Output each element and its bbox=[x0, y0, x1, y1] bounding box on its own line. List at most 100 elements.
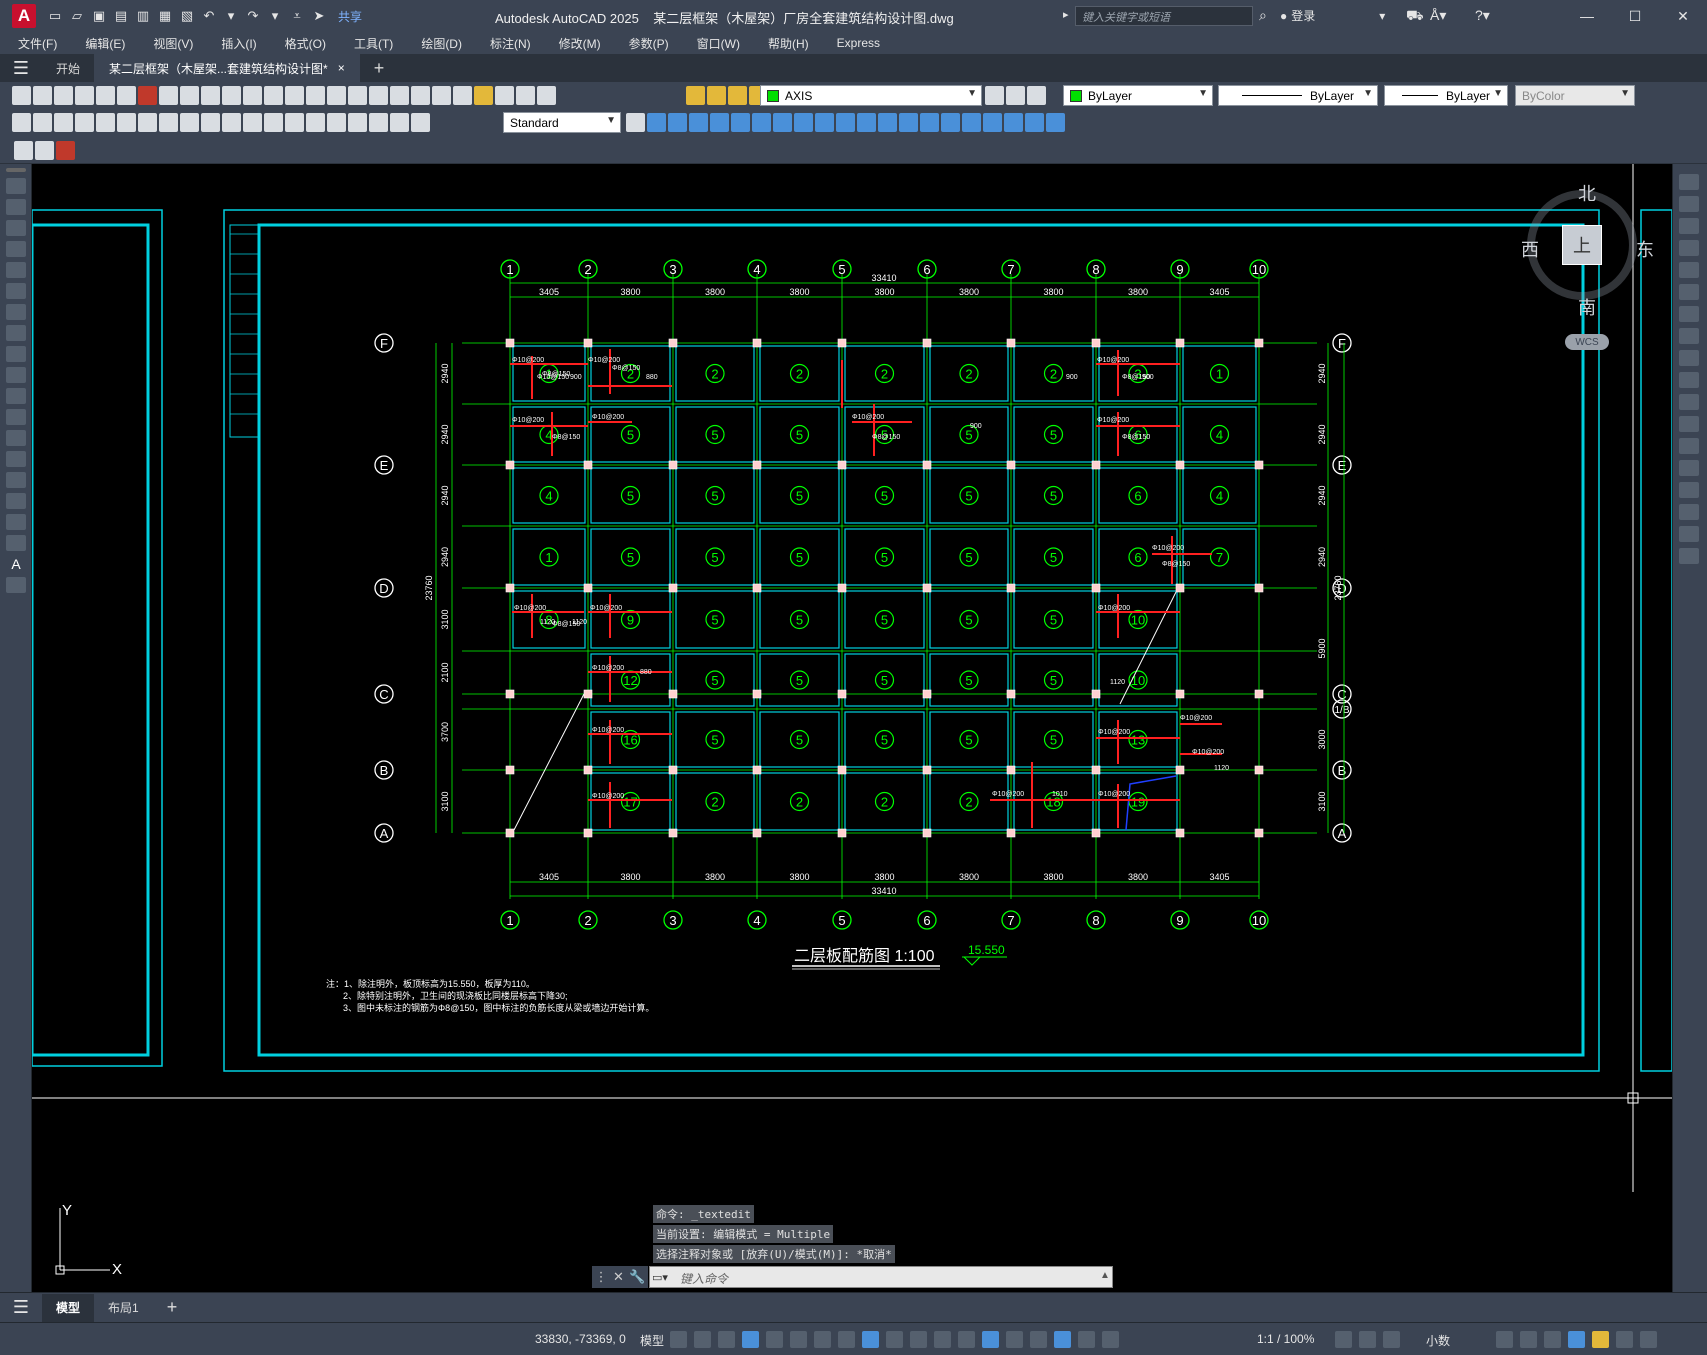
tolerance-icon[interactable] bbox=[285, 113, 304, 132]
move-faces-icon[interactable] bbox=[731, 113, 750, 132]
redo-toolbar-icon[interactable] bbox=[285, 86, 304, 105]
graphics-performance-icon[interactable] bbox=[1592, 1331, 1609, 1348]
coordinate-readout[interactable]: 33830, -73369, 0 bbox=[535, 1332, 626, 1346]
redo-dropdown-icon[interactable]: ▾ bbox=[266, 7, 284, 25]
explode-icon[interactable] bbox=[1679, 548, 1699, 564]
workspace-gear-icon[interactable] bbox=[1335, 1331, 1352, 1348]
inspection-icon[interactable] bbox=[327, 113, 346, 132]
extend-icon[interactable] bbox=[1679, 394, 1699, 410]
menu-parametric[interactable]: 参数(P) bbox=[611, 35, 679, 52]
cart-icon[interactable]: ⛟ bbox=[1406, 7, 1424, 26]
ellipse-arc-icon[interactable] bbox=[6, 388, 26, 404]
qnew-icon[interactable] bbox=[12, 86, 31, 105]
tab-close-icon[interactable]: × bbox=[338, 61, 345, 75]
dynamic-input-icon[interactable] bbox=[742, 1331, 759, 1348]
polyline-icon[interactable] bbox=[6, 220, 26, 236]
add-layout-button[interactable]: + bbox=[153, 1297, 192, 1318]
menu-window[interactable]: 窗口(W) bbox=[679, 35, 750, 52]
viewcube-top-face[interactable]: 上 bbox=[1562, 225, 1602, 265]
dim-break-icon[interactable] bbox=[264, 113, 283, 132]
sheet-set-icon[interactable] bbox=[453, 86, 472, 105]
quick-dim-icon[interactable] bbox=[180, 113, 199, 132]
break-at-point-icon[interactable] bbox=[1679, 416, 1699, 432]
menu-draw[interactable]: 绘图(D) bbox=[403, 35, 472, 52]
rectangle-icon[interactable] bbox=[6, 262, 26, 278]
make-current-icon[interactable] bbox=[985, 86, 1004, 105]
layer-dropdown[interactable]: AXIS ▼ bbox=[760, 85, 982, 106]
autocad-logo-icon[interactable]: A bbox=[12, 4, 36, 28]
color-edges-icon[interactable] bbox=[899, 113, 918, 132]
revision-cloud-icon[interactable] bbox=[6, 325, 26, 341]
share-icon[interactable]: ➤ bbox=[310, 7, 328, 25]
layer-properties-icon[interactable] bbox=[537, 86, 556, 105]
clean-screen-icon[interactable] bbox=[1616, 1331, 1633, 1348]
separate-icon[interactable] bbox=[962, 113, 981, 132]
dim-update-icon[interactable] bbox=[411, 113, 430, 132]
dim-radius-icon[interactable] bbox=[96, 113, 115, 132]
share-button[interactable]: 共享 bbox=[338, 8, 362, 25]
point-icon[interactable] bbox=[6, 451, 26, 467]
menu-help[interactable]: 帮助(H) bbox=[750, 35, 819, 52]
boolean-subtract-icon[interactable] bbox=[668, 113, 687, 132]
copy-object-icon[interactable] bbox=[1679, 196, 1699, 212]
color-dropdown[interactable]: ByLayer ▼ bbox=[1063, 85, 1213, 106]
transparency-icon[interactable] bbox=[910, 1331, 927, 1348]
viewcube[interactable]: 上 bbox=[1527, 190, 1637, 300]
dim-ordinate-icon[interactable] bbox=[75, 113, 94, 132]
delete-faces-icon[interactable] bbox=[773, 113, 792, 132]
publish-icon[interactable] bbox=[117, 86, 136, 105]
copy-faces-icon[interactable] bbox=[836, 113, 855, 132]
dynamic-ucs-icon[interactable] bbox=[982, 1331, 999, 1348]
hamburger-menu-icon[interactable]: ☰ bbox=[0, 54, 42, 82]
make-block-icon[interactable] bbox=[6, 430, 26, 446]
cut-icon[interactable] bbox=[159, 86, 178, 105]
multiline-text-icon[interactable]: A bbox=[6, 556, 26, 572]
spline-icon[interactable] bbox=[6, 346, 26, 362]
markup-icon[interactable] bbox=[474, 86, 493, 105]
lock-ui-icon[interactable] bbox=[1520, 1331, 1537, 1348]
dim-style-icon[interactable] bbox=[626, 113, 645, 132]
menu-view[interactable]: 视图(V) bbox=[135, 35, 203, 52]
auto-scale-icon[interactable] bbox=[1078, 1331, 1095, 1348]
lineweight-dropdown[interactable]: ByLayer ▼ bbox=[1384, 85, 1508, 106]
tab-layout1[interactable]: 布局1 bbox=[94, 1299, 153, 1316]
selection-filter-icon[interactable] bbox=[1006, 1331, 1023, 1348]
move-icon[interactable] bbox=[1679, 284, 1699, 300]
command-history-toggle-icon[interactable]: ▲ bbox=[1100, 1270, 1110, 1281]
undo-dropdown-icon[interactable]: ▾ bbox=[222, 7, 240, 25]
gizmo-icon[interactable] bbox=[1030, 1331, 1047, 1348]
dim-text-edit-icon[interactable] bbox=[390, 113, 409, 132]
layer-freeze-icon[interactable] bbox=[707, 86, 726, 105]
join-icon[interactable] bbox=[1679, 460, 1699, 476]
layer-walk-icon[interactable] bbox=[56, 141, 75, 160]
help-toolbar-icon[interactable] bbox=[516, 86, 535, 105]
dim-continue-icon[interactable] bbox=[222, 113, 241, 132]
infer-constraints-icon[interactable] bbox=[718, 1331, 735, 1348]
layer-on-icon[interactable] bbox=[686, 86, 705, 105]
menu-express[interactable]: Express bbox=[819, 36, 890, 50]
imprint-icon[interactable] bbox=[920, 113, 939, 132]
region-icon[interactable] bbox=[6, 514, 26, 530]
palette-grip[interactable] bbox=[6, 168, 26, 172]
dim-edit-icon[interactable] bbox=[369, 113, 388, 132]
construction-line-icon[interactable] bbox=[6, 199, 26, 215]
new-tab-button[interactable]: + bbox=[360, 54, 399, 82]
3d-object-snap-icon[interactable] bbox=[958, 1331, 975, 1348]
close-command-icon[interactable]: ✕ bbox=[613, 1269, 624, 1285]
table-icon[interactable] bbox=[6, 535, 26, 551]
rotate-icon[interactable] bbox=[1679, 306, 1699, 322]
hardware-acceleration-icon[interactable] bbox=[1568, 1331, 1585, 1348]
undo-toolbar-icon[interactable] bbox=[264, 86, 283, 105]
snap-icon[interactable] bbox=[694, 1331, 711, 1348]
open-icon[interactable] bbox=[33, 86, 52, 105]
copy-icon[interactable] bbox=[180, 86, 199, 105]
new-file-icon[interactable]: ▭ bbox=[46, 7, 64, 25]
edit-attribute-icon[interactable] bbox=[35, 141, 54, 160]
autodesk-a360-icon[interactable]: Å▾ bbox=[1430, 7, 1446, 24]
erase-icon[interactable] bbox=[1679, 174, 1699, 190]
close-window-button[interactable]: ✕ bbox=[1659, 0, 1707, 32]
save-icon[interactable]: ▣ bbox=[90, 7, 108, 25]
menu-tools[interactable]: 工具(T) bbox=[336, 35, 403, 52]
add-selected-icon[interactable] bbox=[6, 577, 26, 593]
annotation-monitor-icon[interactable] bbox=[1359, 1331, 1376, 1348]
